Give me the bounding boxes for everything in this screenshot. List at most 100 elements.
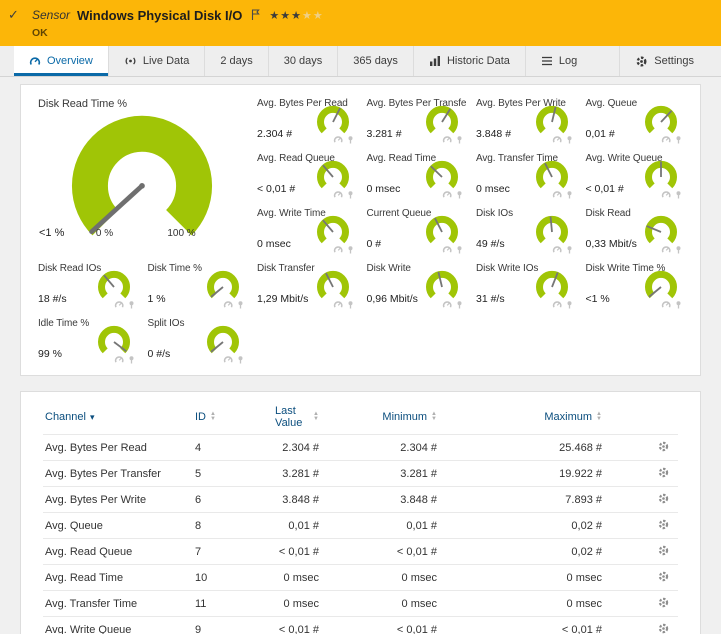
tab-log[interactable]: Log [525, 46, 592, 76]
channel-gauge[interactable]: Split IOs 0 #/s [145, 315, 249, 365]
pin-icon[interactable] [236, 300, 245, 309]
channel-gauge[interactable]: Avg. Read Time 0 msec [364, 150, 468, 200]
mini-gauge-toggle-icon[interactable] [333, 135, 343, 144]
column-header-last-value[interactable]: Last Value ▲▼ [233, 400, 321, 435]
tab-365-days[interactable]: 365 days [337, 46, 413, 76]
mini-gauge-toggle-icon[interactable] [442, 190, 452, 199]
pin-icon[interactable] [455, 300, 464, 309]
channel-gauge[interactable]: Avg. Bytes Per Write 3.848 # [473, 95, 577, 145]
channel-settings-icon[interactable] [657, 596, 670, 609]
tab-historic-data[interactable]: Historic Data [413, 46, 525, 76]
mini-gauge-toggle-icon[interactable] [442, 245, 452, 254]
mini-gauge-toggle-icon[interactable] [552, 245, 562, 254]
pin-icon[interactable] [346, 135, 355, 144]
channel-gauge[interactable]: Disk Write Time % <1 % [583, 260, 687, 310]
channel-gauge[interactable]: Avg. Write Time 0 msec [254, 205, 358, 255]
mini-gauge-toggle-icon[interactable] [661, 245, 671, 254]
mini-gauge-toggle-icon[interactable] [223, 300, 233, 309]
channel-settings-icon[interactable] [657, 622, 670, 634]
pin-icon[interactable] [127, 355, 136, 364]
mini-gauge-toggle-icon[interactable] [552, 300, 562, 309]
channel-name-cell[interactable]: Avg. Bytes Per Transfer [43, 461, 193, 487]
pin-icon[interactable] [674, 135, 683, 144]
column-header-channel[interactable]: Channel ▾ [43, 400, 193, 435]
channel-settings-icon[interactable] [657, 466, 670, 479]
channel-name-cell[interactable]: Avg. Bytes Per Write [43, 487, 193, 513]
tab-settings[interactable]: Settings [619, 46, 709, 76]
tab-live-data[interactable]: Live Data [108, 46, 204, 76]
channel-row[interactable]: Avg. Queue 8 0,01 # 0,01 # 0,02 # [43, 513, 678, 539]
mini-gauge-toggle-icon[interactable] [333, 190, 343, 199]
tab-30-days[interactable]: 30 days [268, 46, 338, 76]
channel-name-cell[interactable]: Avg. Queue [43, 513, 193, 539]
channel-row[interactable]: Avg. Write Queue 9 < 0,01 # < 0,01 # < 0… [43, 617, 678, 634]
column-header-minimum[interactable]: Minimum ▲▼ [321, 400, 439, 435]
channel-gauge[interactable]: Avg. Read Queue < 0,01 # [254, 150, 358, 200]
channel-name-cell[interactable]: Avg. Write Queue [43, 617, 193, 634]
stars-filled[interactable]: ★★★ [269, 10, 302, 22]
mini-gauge-toggle-icon[interactable] [442, 300, 452, 309]
pin-icon[interactable] [127, 300, 136, 309]
column-header-maximum[interactable]: Maximum ▲▼ [439, 400, 604, 435]
channel-gauge[interactable]: Disk Read IOs 18 #/s [35, 260, 139, 310]
pin-icon[interactable] [674, 245, 683, 254]
channel-gauge[interactable]: Avg. Write Queue < 0,01 # [583, 150, 687, 200]
tab-overview[interactable]: Overview [14, 46, 108, 76]
channel-name-cell[interactable]: Avg. Read Time [43, 565, 193, 591]
flag-icon[interactable] [251, 9, 260, 21]
mini-gauge-toggle-icon[interactable] [661, 190, 671, 199]
channel-gauge[interactable]: Avg. Bytes Per Transfer 3.281 # [364, 95, 468, 145]
pin-icon[interactable] [674, 300, 683, 309]
pin-icon[interactable] [565, 135, 574, 144]
channel-row[interactable]: Avg. Bytes Per Write 6 3.848 # 3.848 # 7… [43, 487, 678, 513]
column-header-id[interactable]: ID ▲▼ [193, 400, 233, 435]
mini-gauge-toggle-icon[interactable] [223, 355, 233, 364]
pin-icon[interactable] [565, 300, 574, 309]
pin-icon[interactable] [346, 190, 355, 199]
mini-gauge-toggle-icon[interactable] [661, 300, 671, 309]
priority-stars[interactable]: ★★★★★ [269, 9, 323, 22]
tab-2-days[interactable]: 2 days [204, 46, 267, 76]
channel-row[interactable]: Avg. Bytes Per Read 4 2.304 # 2.304 # 25… [43, 435, 678, 461]
main-gauge-disk-read-time[interactable]: Disk Read Time % 0 % 100 % <1 % [35, 95, 248, 255]
channel-name-cell[interactable]: Avg. Transfer Time [43, 591, 193, 617]
channel-settings-icon[interactable] [657, 440, 670, 453]
pin-icon[interactable] [346, 245, 355, 254]
channel-name-cell[interactable]: Avg. Bytes Per Read [43, 435, 193, 461]
channel-gauge[interactable]: Current Queue 0 # [364, 205, 468, 255]
channel-name-cell[interactable]: Avg. Read Queue [43, 539, 193, 565]
pin-icon[interactable] [455, 245, 464, 254]
mini-gauge-toggle-icon[interactable] [442, 135, 452, 144]
mini-gauge-toggle-icon[interactable] [333, 300, 343, 309]
channel-gauge[interactable]: Disk Write 0,96 Mbit/s [364, 260, 468, 310]
stars-empty[interactable]: ★★ [302, 10, 324, 22]
pin-icon[interactable] [236, 355, 245, 364]
pin-icon[interactable] [455, 135, 464, 144]
channel-gauge[interactable]: Avg. Queue 0,01 # [583, 95, 687, 145]
mini-gauge-toggle-icon[interactable] [552, 135, 562, 144]
channel-gauge[interactable]: Avg. Bytes Per Read 2.304 # [254, 95, 358, 145]
channel-row[interactable]: Avg. Read Time 10 0 msec 0 msec 0 msec [43, 565, 678, 591]
channel-gauge[interactable]: Avg. Transfer Time 0 msec [473, 150, 577, 200]
mini-gauge-toggle-icon[interactable] [114, 300, 124, 309]
channel-row[interactable]: Avg. Transfer Time 11 0 msec 0 msec 0 ms… [43, 591, 678, 617]
channel-gauge[interactable]: Disk Transfer 1,29 Mbit/s [254, 260, 358, 310]
mini-gauge-toggle-icon[interactable] [661, 135, 671, 144]
mini-gauge-toggle-icon[interactable] [552, 190, 562, 199]
channel-gauge[interactable]: Disk Write IOs 31 #/s [473, 260, 577, 310]
pin-icon[interactable] [674, 190, 683, 199]
channel-settings-icon[interactable] [657, 544, 670, 557]
channel-settings-icon[interactable] [657, 492, 670, 505]
mini-gauge-toggle-icon[interactable] [333, 245, 343, 254]
channel-gauge[interactable]: Idle Time % 99 % [35, 315, 139, 365]
channel-gauge[interactable]: Disk Time % 1 % [145, 260, 249, 310]
channel-settings-icon[interactable] [657, 518, 670, 531]
channel-settings-icon[interactable] [657, 570, 670, 583]
pin-icon[interactable] [346, 300, 355, 309]
pin-icon[interactable] [455, 190, 464, 199]
channel-row[interactable]: Avg. Bytes Per Transfer 5 3.281 # 3.281 … [43, 461, 678, 487]
channel-gauge[interactable]: Disk Read 0,33 Mbit/s [583, 205, 687, 255]
pin-icon[interactable] [565, 190, 574, 199]
pin-icon[interactable] [565, 245, 574, 254]
channel-row[interactable]: Avg. Read Queue 7 < 0,01 # < 0,01 # 0,02… [43, 539, 678, 565]
